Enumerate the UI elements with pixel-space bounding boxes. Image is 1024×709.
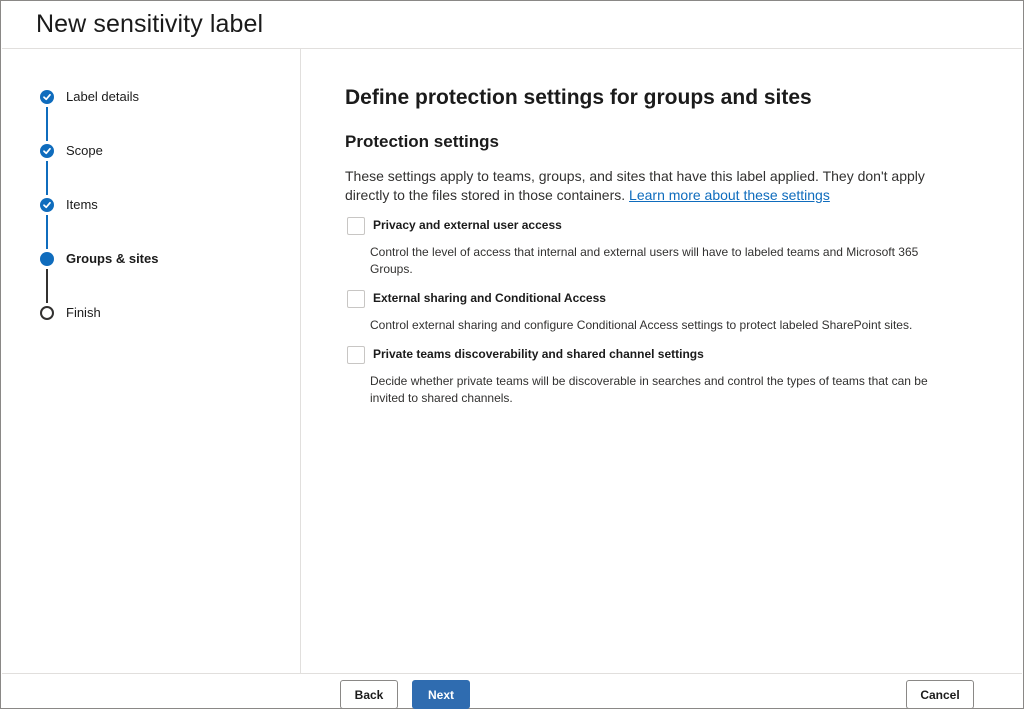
back-button[interactable]: Back [340, 680, 398, 709]
option-title[interactable]: Private teams discoverability and shared… [373, 347, 704, 361]
step-label: Label details [66, 89, 139, 104]
section-heading: Define protection settings for groups an… [345, 86, 812, 109]
next-button[interactable]: Next [412, 680, 470, 709]
check-circle-icon [40, 90, 54, 104]
check-circle-icon [40, 198, 54, 212]
option-description: Control the level of access that interna… [370, 245, 919, 276]
panel-header: New sensitivity label [2, 2, 1022, 49]
cancel-button[interactable]: Cancel [906, 680, 974, 709]
option-description: Control external sharing and configure C… [370, 318, 913, 332]
wizard-panel: New sensitivity label Label details Scop… [0, 0, 1024, 709]
current-step-dot-icon [40, 252, 54, 266]
empty-circle-icon [40, 306, 54, 320]
option-title[interactable]: External sharing and Conditional Access [373, 291, 606, 305]
step-label: Items [66, 197, 98, 212]
step-label: Scope [66, 143, 103, 158]
step-connector [46, 161, 48, 195]
step-connector [46, 215, 48, 249]
step-connector [46, 269, 48, 303]
option-description: Decide whether private teams will be dis… [370, 374, 928, 405]
section-subheading: Protection settings [345, 132, 499, 151]
learn-more-link[interactable]: Learn more about these settings [629, 187, 830, 203]
main-content: Define protection settings for groups an… [301, 49, 1022, 673]
footer-bar: Back Next Cancel [2, 673, 1022, 709]
option-title[interactable]: Privacy and external user access [373, 218, 562, 232]
step-connector [46, 107, 48, 141]
wizard-steps-nav: Label details Scope Items Groups & sites… [2, 49, 301, 673]
step-label: Groups & sites [66, 251, 159, 266]
step-label: Finish [66, 305, 101, 320]
section-description: These settings apply to teams, groups, a… [345, 167, 965, 205]
external-sharing-checkbox[interactable] [347, 290, 365, 308]
check-circle-icon [40, 144, 54, 158]
private-teams-checkbox[interactable] [347, 346, 365, 364]
privacy-external-access-checkbox[interactable] [347, 217, 365, 235]
page-title: New sensitivity label [36, 10, 264, 38]
